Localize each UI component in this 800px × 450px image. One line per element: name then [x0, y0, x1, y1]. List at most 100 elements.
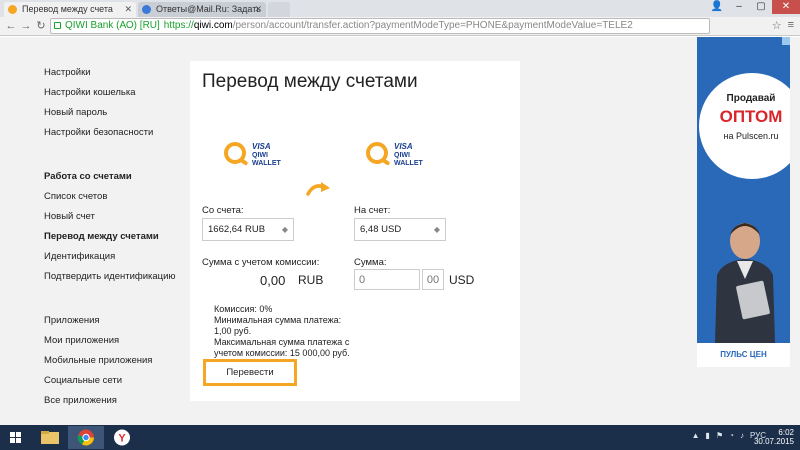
chrome-taskbar-icon[interactable]: [68, 426, 104, 449]
sum-minor-input[interactable]: [422, 269, 444, 290]
tab-title: Перевод между счета: [22, 4, 113, 14]
new-tab-button[interactable]: [268, 2, 290, 17]
url-scheme: https://: [163, 20, 194, 31]
to-account-select[interactable]: 6,48 USD ◆: [354, 218, 446, 241]
tab-close-icon[interactable]: ✕: [254, 2, 262, 17]
sum-label: Сумма:: [354, 257, 387, 268]
updown-caret-icon: ◆: [433, 225, 440, 234]
sidebar-item-identification[interactable]: Идентификация: [44, 247, 194, 267]
max-payment-info: Максимальная сумма платежа с учетом коми…: [214, 337, 350, 358]
page-title: Перевод между счетами: [202, 71, 418, 92]
logo-qiwi-text: QIWI: [252, 152, 268, 159]
address-bar[interactable]: QIWI Bank (АО) [RU] https://qiwi.com/per…: [50, 18, 710, 34]
close-window-icon[interactable]: ✕: [772, 0, 800, 14]
mailru-favicon-icon: [142, 5, 151, 14]
ev-label: QIWI Bank (АО) [RU]: [65, 20, 160, 31]
page-content: Настройки Настройки кошелька Новый парол…: [0, 37, 800, 425]
tab-title: Ответы@Mail.Ru: Задать: [156, 4, 262, 14]
tray-volume-icon[interactable]: ♪: [740, 431, 744, 440]
clock-time: 6:02: [778, 428, 794, 437]
sidebar-item-wallet-settings[interactable]: Настройки кошелька: [44, 83, 194, 103]
tray-network-icon[interactable]: ▮: [706, 431, 710, 440]
sidebar-item-security-settings[interactable]: Настройки безопасности: [44, 123, 194, 143]
tray-flag-icon[interactable]: ⚑: [716, 431, 723, 440]
commission-info: Комиссия: 0%: [214, 304, 273, 314]
windows-taskbar: Y ▲ ▮ ⚑ ◔ ♪ РУС 6:02 30.07.2015: [0, 425, 800, 450]
commission-amount-value: 0,00: [260, 273, 286, 288]
sidebar-item-mobile-apps[interactable]: Мобильные приложения: [44, 351, 194, 371]
sum-major-input[interactable]: [354, 269, 420, 290]
qiwi-logo-icon: [224, 142, 246, 164]
tab-mailru[interactable]: Ответы@Mail.Ru: Задать ✕: [138, 2, 266, 17]
ad-line-1: Продавай: [726, 93, 776, 104]
forward-icon[interactable]: →: [19, 19, 33, 33]
sidebar-item-my-apps[interactable]: Мои приложения: [44, 331, 194, 351]
updown-caret-icon: ◆: [281, 225, 288, 234]
tab-transfer[interactable]: Перевод между счета ✕: [4, 2, 136, 17]
svg-text:Y: Y: [118, 433, 126, 445]
qiwi-logo-icon: [366, 142, 388, 164]
sidebar-item-all-apps[interactable]: Все приложения: [44, 391, 194, 411]
logo-qiwi-text: QIWI: [394, 152, 410, 159]
url-host: qiwi.com: [193, 20, 233, 31]
commission-amount-label: Сумма с учетом комиссии:: [202, 257, 320, 268]
commission-currency: RUB: [298, 273, 324, 287]
transfer-submit-button[interactable]: Перевести: [203, 359, 297, 386]
ad-footer-logo: ПУЛЬС ЦЕН: [697, 343, 790, 367]
ev-certificate-badge[interactable]: QIWI Bank (АО) [RU]: [51, 19, 164, 33]
maximize-icon[interactable]: ▢: [750, 0, 772, 14]
yandex-browser-icon[interactable]: Y: [104, 426, 140, 449]
sidebar-heading-accounts[interactable]: Работа со счетами: [44, 167, 194, 187]
from-wallet-logo: VISA QIWI WALLET: [220, 139, 290, 175]
sidebar-item-new-password[interactable]: Новый пароль: [44, 103, 194, 123]
tray-wifi-icon[interactable]: ◔: [729, 431, 734, 440]
reload-icon[interactable]: ↻: [34, 19, 48, 33]
sidebar-item-settings[interactable]: Настройки: [44, 63, 194, 83]
qiwi-favicon-icon: [8, 5, 17, 14]
user-icon[interactable]: 👤: [706, 0, 728, 14]
tab-close-icon[interactable]: ✕: [124, 2, 132, 17]
pulscen-ad-banner[interactable]: Продавай ОПТОМ на Pulscen.ru ПУЛЬС ЦЕН: [697, 37, 790, 367]
from-account-label: Со счета:: [202, 205, 244, 216]
sidebar-item-transfer-active[interactable]: Перевод между счетами: [44, 227, 194, 247]
clock-date: 30.07.2015: [753, 437, 794, 446]
logo-wallet-text: WALLET: [394, 160, 423, 167]
sum-currency: USD: [449, 273, 475, 287]
logo-wallet-text: WALLET: [252, 160, 281, 167]
ad-line-3: на Pulscen.ru: [723, 131, 779, 141]
sidebar-item-account-list[interactable]: Список счетов: [44, 187, 194, 207]
file-explorer-icon[interactable]: [32, 426, 68, 449]
window-controls: 👤 – ▢ ✕: [706, 0, 800, 14]
to-wallet-logo: VISA QIWI WALLET: [362, 139, 432, 175]
minimize-icon[interactable]: –: [728, 0, 750, 14]
sidebar-heading-apps[interactable]: Приложения: [44, 311, 194, 331]
logo-visa-text: VISA: [252, 142, 271, 151]
sidebar-item-confirm-identification[interactable]: Подтвердить идентификацию: [44, 267, 194, 287]
back-icon[interactable]: ←: [4, 19, 18, 33]
url-path: /person/account/transfer.action?paymentM…: [232, 20, 633, 31]
sidebar-item-social[interactable]: Социальные сети: [44, 371, 194, 391]
sidebar-item-new-account[interactable]: Новый счет: [44, 207, 194, 227]
min-payment-info: Минимальная сумма платежа: 1,00 руб.: [214, 315, 342, 336]
tray-arrow-icon[interactable]: ▲: [692, 431, 700, 440]
ad-info-icon[interactable]: [782, 37, 790, 45]
sidebar-menu: Настройки Настройки кошелька Новый парол…: [44, 63, 194, 411]
menu-icon[interactable]: ≡: [788, 19, 794, 32]
transfer-arrow-icon: [306, 182, 330, 196]
transfer-card: Перевод между счетами VISA QIWI WALLET VIS…: [190, 61, 520, 401]
taskbar-clock[interactable]: 6:02 30.07.2015: [754, 428, 794, 446]
tab-strip: Перевод между счета ✕ Ответы@Mail.Ru: За…: [0, 0, 800, 17]
windows-start-icon[interactable]: [2, 426, 30, 449]
from-account-value: 1662,64 RUB: [208, 224, 266, 235]
logo-visa-text: VISA: [394, 142, 413, 151]
lock-icon: [54, 22, 61, 29]
bookmark-star-icon[interactable]: ☆: [772, 19, 782, 32]
from-account-select[interactable]: 1662,64 RUB ◆: [202, 218, 294, 241]
to-account-value: 6,48 USD: [360, 224, 402, 235]
browser-toolbar: ← → ↻ QIWI Bank (АО) [RU] https://qiwi.c…: [0, 17, 800, 36]
limits-info: Комиссия: 0% Минимальная сумма платежа: …: [214, 304, 359, 359]
toolbar-right: ☆ ≡: [772, 19, 794, 32]
ad-person-image: [715, 223, 775, 343]
to-account-label: На счет:: [354, 205, 391, 216]
ad-line-2: ОПТОМ: [719, 107, 783, 126]
